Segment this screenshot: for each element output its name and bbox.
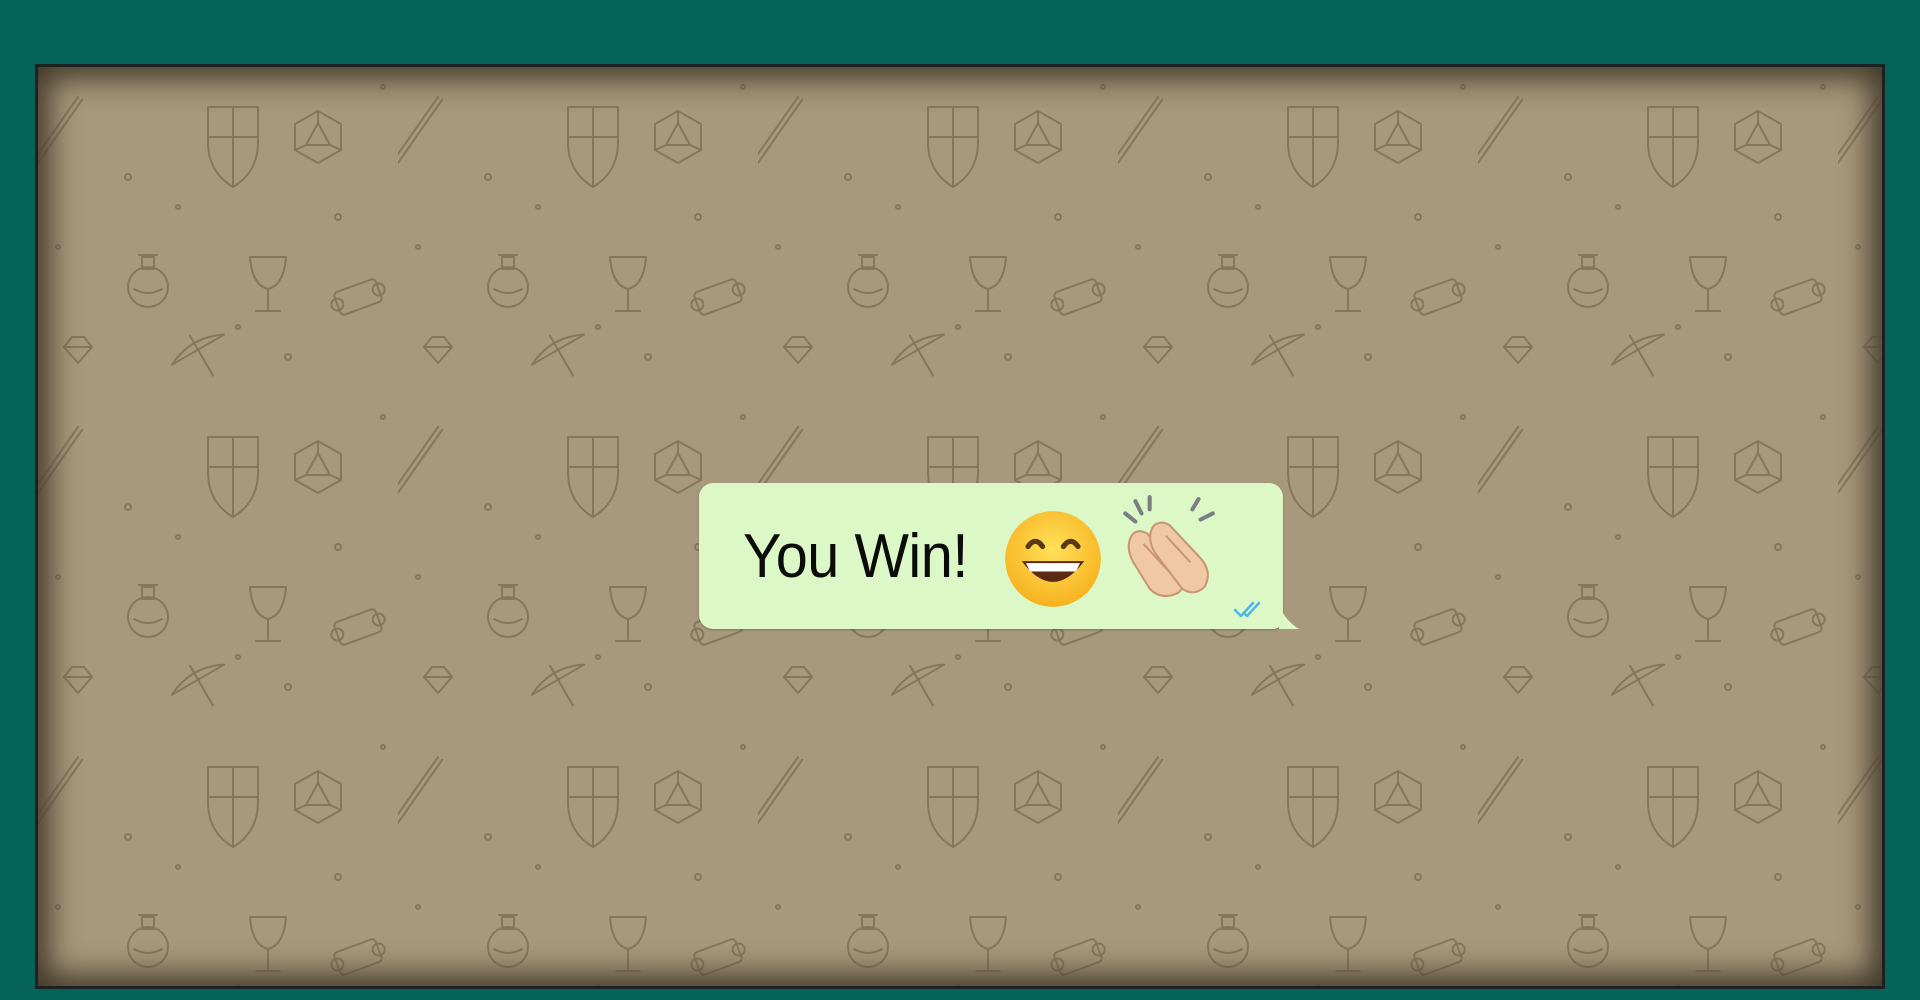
clapping-hands-emoji-icon [1123,495,1215,598]
message-bubble[interactable]: You Win! [699,483,1299,629]
read-receipt-double-check-icon [1233,601,1261,618]
message-text: You Win! [743,521,968,591]
chat-wallpaper-panel: You Win! [35,64,1885,989]
bubble-tail [1279,603,1299,629]
grinning-face-emoji-icon [1005,511,1101,607]
